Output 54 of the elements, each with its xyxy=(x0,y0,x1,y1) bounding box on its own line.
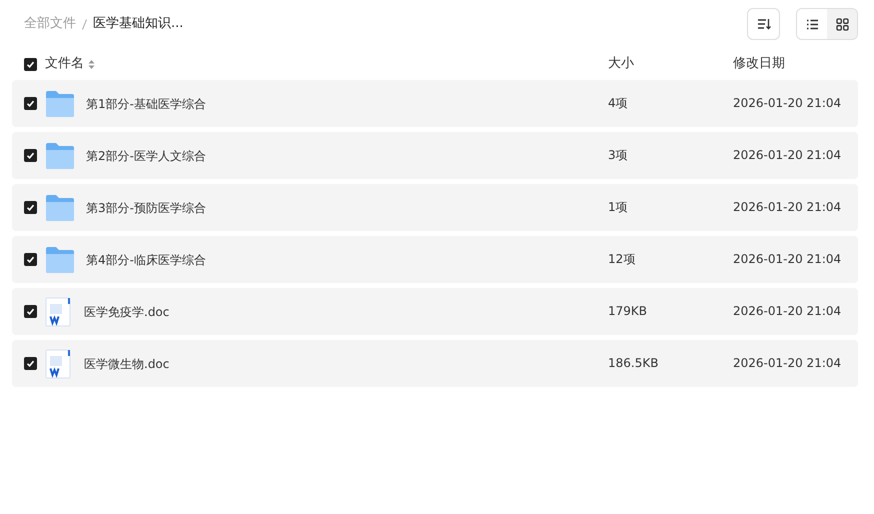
folder-name[interactable]: 第2部分-医学人文综合 xyxy=(86,146,206,164)
document-icon xyxy=(45,348,71,378)
column-header: 修改日期 xyxy=(733,56,785,72)
folder-icon xyxy=(45,90,75,118)
file-name[interactable]: 医学微生物.doc xyxy=(84,354,170,372)
sort-icon[interactable] xyxy=(88,58,95,70)
file-size: 3项 xyxy=(608,148,628,162)
checkbox[interactable] xyxy=(24,97,37,110)
checkbox[interactable] xyxy=(24,58,37,70)
column-header[interactable]: 文件名 xyxy=(45,54,84,74)
file-row[interactable]: 第4部分-临床医学综合 12项 2026-01-20 21:04 xyxy=(12,236,858,283)
checkbox[interactable] xyxy=(24,253,37,266)
check-icon xyxy=(26,60,35,68)
folder-icon xyxy=(45,142,75,170)
file-size: 4项 xyxy=(608,96,628,110)
folder-name[interactable]: 第4部分-临床医学综合 xyxy=(86,250,206,268)
check-icon xyxy=(26,99,35,108)
check-icon xyxy=(26,307,35,316)
check-icon xyxy=(26,255,35,264)
grid-icon xyxy=(836,18,848,30)
file-row[interactable]: 医学免疫学.doc 179KB 2026-01-20 21:04 xyxy=(12,288,858,335)
checkbox[interactable] xyxy=(24,149,37,162)
modified-date: 2026-01-20 21:04 xyxy=(733,252,842,266)
modified-date: 2026-01-20 21:04 xyxy=(733,356,842,370)
modified-date: 2026-01-20 21:04 xyxy=(733,200,842,214)
file-size: 186.5KB xyxy=(608,356,658,370)
checkbox[interactable] xyxy=(24,305,37,318)
checkbox[interactable] xyxy=(24,201,37,214)
sort-button[interactable] xyxy=(747,8,780,40)
check-icon xyxy=(26,151,35,160)
folder-name[interactable]: 第3部分-预防医学综合 xyxy=(86,198,206,216)
checkbox[interactable] xyxy=(24,357,37,370)
document-icon xyxy=(45,296,71,326)
file-size: 179KB xyxy=(608,304,648,318)
sort-icon xyxy=(756,18,770,30)
modified-date: 2026-01-20 21:04 xyxy=(733,304,842,318)
file-row[interactable]: 第1部分-基础医学综合 4项 2026-01-20 21:04 xyxy=(12,80,858,127)
file-size: 1项 xyxy=(608,200,628,214)
folder-name[interactable]: 第1部分-基础医学综合 xyxy=(86,94,206,112)
file-name[interactable]: 医学免疫学.doc xyxy=(84,302,170,320)
folder-icon xyxy=(45,246,75,274)
check-icon xyxy=(26,359,35,368)
column-header: 大小 xyxy=(608,56,634,72)
breadcrumb-current: 医学基础知识... xyxy=(93,15,184,34)
file-size: 12项 xyxy=(608,252,636,266)
folder-icon xyxy=(45,194,75,222)
file-row[interactable]: 医学微生物.doc 186.5KB 2026-01-20 21:04 xyxy=(12,340,858,387)
modified-date: 2026-01-20 21:04 xyxy=(733,96,842,110)
file-row[interactable]: 第3部分-预防医学综合 1项 2026-01-20 21:04 xyxy=(12,184,858,231)
grid-view-button[interactable] xyxy=(827,9,857,39)
modified-date: 2026-01-20 21:04 xyxy=(733,148,842,162)
file-row[interactable]: 第2部分-医学人文综合 3项 2026-01-20 21:04 xyxy=(12,132,858,179)
check-icon xyxy=(26,203,35,212)
list-icon xyxy=(806,18,818,30)
